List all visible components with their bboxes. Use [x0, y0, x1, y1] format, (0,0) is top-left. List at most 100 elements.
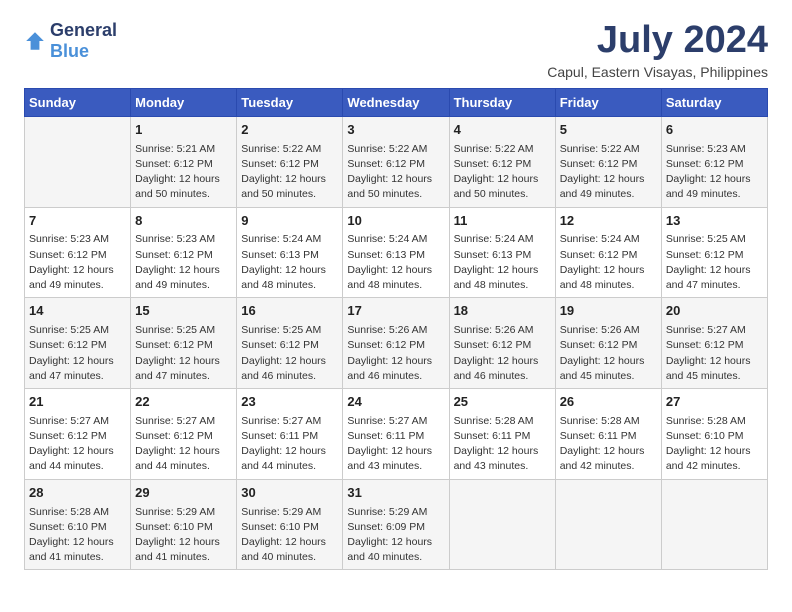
day-number: 26 — [560, 393, 657, 412]
calendar-table: SundayMondayTuesdayWednesdayThursdayFrid… — [24, 88, 768, 571]
day-number: 25 — [454, 393, 551, 412]
logo-general: General — [50, 20, 117, 40]
calendar-cell: 29 Sunrise: 5:29 AM Sunset: 6:10 PM Dayli… — [131, 479, 237, 570]
calendar-cell — [661, 479, 767, 570]
day-number: 6 — [666, 121, 763, 140]
cell-info: Sunrise: 5:26 AM Sunset: 6:12 PM Dayligh… — [560, 323, 657, 384]
calendar-cell: 11Sunrise: 5:24 AM Sunset: 6:13 PM Dayli… — [449, 207, 555, 298]
calendar-cell — [555, 479, 661, 570]
cell-info: Sunrise: 5:28 AM Sunset: 6:11 PM Dayligh… — [454, 414, 551, 475]
logo: General Blue — [24, 20, 117, 62]
day-number: 4 — [454, 121, 551, 140]
header-cell-sunday: Sunday — [25, 88, 131, 116]
calendar-cell: 26Sunrise: 5:28 AM Sunset: 6:11 PM Dayli… — [555, 388, 661, 479]
cell-info: Sunrise: 5:27 AM Sunset: 6:12 PM Dayligh… — [29, 414, 126, 475]
calendar-cell: 5 Sunrise: 5:22 AM Sunset: 6:12 PM Daylig… — [555, 116, 661, 207]
calendar-cell: 21 Sunrise: 5:27 AM Sunset: 6:12 PM Dayli… — [25, 388, 131, 479]
calendar-cell: 8Sunrise: 5:23 AM Sunset: 6:12 PM Daylig… — [131, 207, 237, 298]
day-number: 17 — [347, 302, 444, 321]
day-number: 1 — [135, 121, 232, 140]
day-number: 30 — [241, 484, 338, 503]
calendar-cell: 27Sunrise: 5:28 AM Sunset: 6:10 PM Dayli… — [661, 388, 767, 479]
cell-info: Sunrise: 5:27 AM Sunset: 6:12 PM Dayligh… — [666, 323, 763, 384]
day-number: 5 — [560, 121, 657, 140]
header-cell-saturday: Saturday — [661, 88, 767, 116]
title-area: July 2024 Capul, Eastern Visayas, Philip… — [547, 20, 768, 80]
calendar-body: 1 Sunrise: 5:21 AM Sunset: 6:12 PM Daylig… — [25, 116, 768, 570]
day-number: 12 — [560, 212, 657, 231]
cell-info: Sunrise: 5:25 AM Sunset: 6:12 PM Dayligh… — [241, 323, 338, 384]
week-row-0: 1 Sunrise: 5:21 AM Sunset: 6:12 PM Daylig… — [25, 116, 768, 207]
calendar-cell: 20 Sunrise: 5:27 AM Sunset: 6:12 PM Dayli… — [661, 298, 767, 389]
page-title: July 2024 — [547, 20, 768, 62]
cell-info: Sunrise: 5:22 AM Sunset: 6:12 PM Dayligh… — [347, 142, 444, 203]
cell-info: Sunrise: 5:24 AM Sunset: 6:13 PM Dayligh… — [241, 232, 338, 293]
calendar-cell: 25 Sunrise: 5:28 AM Sunset: 6:11 PM Dayli… — [449, 388, 555, 479]
calendar-cell: 23Sunrise: 5:27 AM Sunset: 6:11 PM Dayli… — [237, 388, 343, 479]
day-number: 20 — [666, 302, 763, 321]
week-row-2: 14 Sunrise: 5:25 AM Sunset: 6:12 PM Dayli… — [25, 298, 768, 389]
page-header: General Blue July 2024 Capul, Eastern Vi… — [24, 20, 768, 80]
calendar-cell: 18 Sunrise: 5:26 AM Sunset: 6:12 PM Dayli… — [449, 298, 555, 389]
calendar-cell: 10Sunrise: 5:24 AM Sunset: 6:13 PM Dayli… — [343, 207, 449, 298]
day-number: 27 — [666, 393, 763, 412]
day-number: 18 — [454, 302, 551, 321]
calendar-cell: 9Sunrise: 5:24 AM Sunset: 6:13 PM Daylig… — [237, 207, 343, 298]
calendar-cell: 13Sunrise: 5:25 AM Sunset: 6:12 PM Dayli… — [661, 207, 767, 298]
day-number: 16 — [241, 302, 338, 321]
cell-info: Sunrise: 5:26 AM Sunset: 6:12 PM Dayligh… — [454, 323, 551, 384]
header-cell-thursday: Thursday — [449, 88, 555, 116]
day-number: 19 — [560, 302, 657, 321]
day-number: 2 — [241, 121, 338, 140]
calendar-cell: 22Sunrise: 5:27 AM Sunset: 6:12 PM Dayli… — [131, 388, 237, 479]
cell-info: Sunrise: 5:25 AM Sunset: 6:12 PM Dayligh… — [135, 323, 232, 384]
calendar-cell: 16 Sunrise: 5:25 AM Sunset: 6:12 PM Dayli… — [237, 298, 343, 389]
cell-info: Sunrise: 5:29 AM Sunset: 6:10 PM Dayligh… — [135, 505, 232, 566]
calendar-cell: 28Sunrise: 5:28 AM Sunset: 6:10 PM Dayli… — [25, 479, 131, 570]
cell-info: Sunrise: 5:27 AM Sunset: 6:11 PM Dayligh… — [241, 414, 338, 475]
day-number: 24 — [347, 393, 444, 412]
week-row-4: 28Sunrise: 5:28 AM Sunset: 6:10 PM Dayli… — [25, 479, 768, 570]
week-row-1: 7Sunrise: 5:23 AM Sunset: 6:12 PM Daylig… — [25, 207, 768, 298]
cell-info: Sunrise: 5:22 AM Sunset: 6:12 PM Dayligh… — [454, 142, 551, 203]
cell-info: Sunrise: 5:23 AM Sunset: 6:12 PM Dayligh… — [666, 142, 763, 203]
day-number: 21 — [29, 393, 126, 412]
header-cell-tuesday: Tuesday — [237, 88, 343, 116]
day-number: 29 — [135, 484, 232, 503]
day-number: 14 — [29, 302, 126, 321]
day-number: 3 — [347, 121, 444, 140]
calendar-cell — [449, 479, 555, 570]
calendar-cell: 1 Sunrise: 5:21 AM Sunset: 6:12 PM Daylig… — [131, 116, 237, 207]
cell-info: Sunrise: 5:22 AM Sunset: 6:12 PM Dayligh… — [560, 142, 657, 203]
calendar-cell: 12Sunrise: 5:24 AM Sunset: 6:12 PM Dayli… — [555, 207, 661, 298]
cell-info: Sunrise: 5:26 AM Sunset: 6:12 PM Dayligh… — [347, 323, 444, 384]
day-number: 8 — [135, 212, 232, 231]
day-number: 13 — [666, 212, 763, 231]
calendar-cell — [25, 116, 131, 207]
calendar-cell: 14 Sunrise: 5:25 AM Sunset: 6:12 PM Dayli… — [25, 298, 131, 389]
cell-info: Sunrise: 5:27 AM Sunset: 6:11 PM Dayligh… — [347, 414, 444, 475]
cell-info: Sunrise: 5:24 AM Sunset: 6:13 PM Dayligh… — [454, 232, 551, 293]
calendar-cell: 17 Sunrise: 5:26 AM Sunset: 6:12 PM Dayli… — [343, 298, 449, 389]
calendar-cell: 6 Sunrise: 5:23 AM Sunset: 6:12 PM Daylig… — [661, 116, 767, 207]
cell-info: Sunrise: 5:24 AM Sunset: 6:12 PM Dayligh… — [560, 232, 657, 293]
day-number: 22 — [135, 393, 232, 412]
header-cell-friday: Friday — [555, 88, 661, 116]
calendar-cell: 30 Sunrise: 5:29 AM Sunset: 6:10 PM Dayli… — [237, 479, 343, 570]
page-subtitle: Capul, Eastern Visayas, Philippines — [547, 64, 768, 80]
logo-icon — [24, 30, 46, 52]
cell-info: Sunrise: 5:25 AM Sunset: 6:12 PM Dayligh… — [29, 323, 126, 384]
day-number: 10 — [347, 212, 444, 231]
cell-info: Sunrise: 5:22 AM Sunset: 6:12 PM Dayligh… — [241, 142, 338, 203]
day-number: 31 — [347, 484, 444, 503]
calendar-cell: 4 Sunrise: 5:22 AM Sunset: 6:12 PM Daylig… — [449, 116, 555, 207]
header-cell-wednesday: Wednesday — [343, 88, 449, 116]
calendar-header-row: SundayMondayTuesdayWednesdayThursdayFrid… — [25, 88, 768, 116]
calendar-cell: 7Sunrise: 5:23 AM Sunset: 6:12 PM Daylig… — [25, 207, 131, 298]
cell-info: Sunrise: 5:29 AM Sunset: 6:09 PM Dayligh… — [347, 505, 444, 566]
calendar-cell: 24 Sunrise: 5:27 AM Sunset: 6:11 PM Dayli… — [343, 388, 449, 479]
cell-info: Sunrise: 5:24 AM Sunset: 6:13 PM Dayligh… — [347, 232, 444, 293]
calendar-cell: 31 Sunrise: 5:29 AM Sunset: 6:09 PM Dayli… — [343, 479, 449, 570]
cell-info: Sunrise: 5:29 AM Sunset: 6:10 PM Dayligh… — [241, 505, 338, 566]
cell-info: Sunrise: 5:21 AM Sunset: 6:12 PM Dayligh… — [135, 142, 232, 203]
